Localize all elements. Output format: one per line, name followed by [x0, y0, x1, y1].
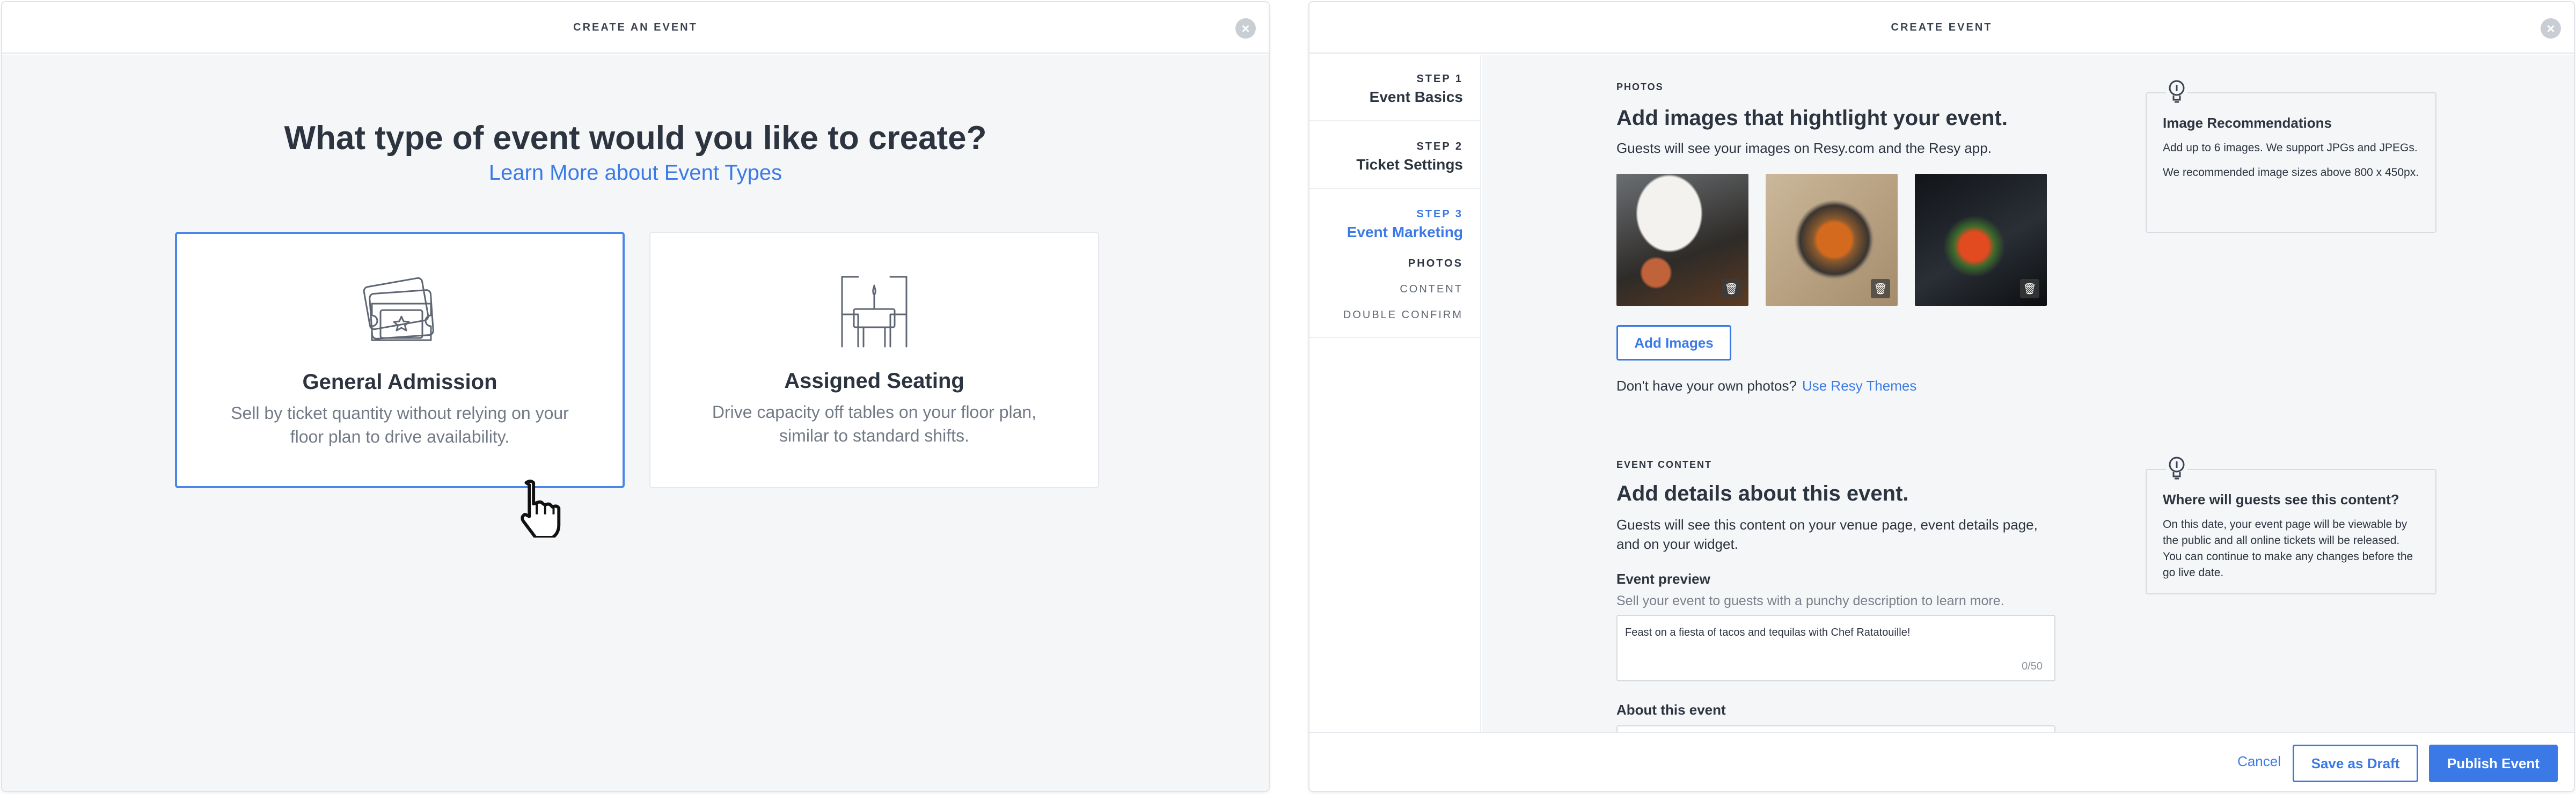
divider [1309, 188, 1480, 189]
trash-icon[interactable]: 🗑 [1722, 279, 1741, 298]
ticket-icon [363, 277, 434, 341]
lightbulb-icon [2166, 455, 2187, 482]
tip-title: Where will guests see this content? [2163, 491, 2399, 508]
about-event-input[interactable] [1616, 725, 2055, 732]
step-event-basics[interactable]: STEP 1 Event Basics [1370, 73, 1463, 106]
photos-section-subtitle: Guests will see your images on Resy.com … [1616, 140, 1992, 156]
about-event-label: About this event [1616, 702, 1726, 718]
card-description: Sell by ticket quantity without relying … [231, 403, 569, 446]
cancel-button[interactable]: Cancel [2237, 753, 2281, 770]
form-content: PHOTOS Add images that hightlight your e… [1482, 55, 2574, 732]
trash-icon[interactable]: 🗑 [1871, 279, 1890, 298]
divider [1309, 337, 1480, 338]
photos-section-title: Add images that hightlight your event. [1616, 106, 2008, 130]
photos-section-label: PHOTOS [1616, 82, 1664, 92]
content-section-label: EVENT CONTENT [1616, 459, 1713, 470]
create-event-modal: CREATE EVENT × STEP 1 Event Basics STEP … [1309, 2, 2574, 791]
hand-cursor-icon [521, 479, 561, 538]
close-icon[interactable]: × [1235, 18, 1256, 39]
card-title: Assigned Seating [784, 369, 964, 393]
tip-text: Add up to 6 images. We support JPGs and … [2163, 142, 2418, 154]
character-count: 0/50 [2022, 660, 2043, 672]
content-visibility-tip: Where will guests see this content? On t… [2146, 455, 2436, 594]
content-section-subtitle: Guests will see this content on your ven… [1616, 517, 2038, 552]
step-name: Ticket Settings [1356, 156, 1463, 173]
use-resy-themes-link[interactable]: Use Resy Themes [1802, 378, 1916, 394]
event-preview-value: Feast on a fiesta of tacos and tequilas … [1625, 627, 1911, 638]
event-photo-dish[interactable]: 🗑 [1766, 174, 1898, 306]
step-ticket-settings[interactable]: STEP 2 Ticket Settings [1356, 141, 1463, 173]
divider [1309, 120, 1480, 121]
substep-photos[interactable]: PHOTOS [1408, 258, 1463, 270]
save-as-draft-button[interactable]: Save as Draft [2293, 745, 2418, 782]
learn-more-link[interactable]: Learn More about Event Types [2, 161, 1269, 185]
general-admission-card[interactable]: General Admission Sell by ticket quantit… [175, 232, 625, 488]
assigned-seating-card[interactable]: Assigned Seating Drive capacity off tabl… [649, 232, 1099, 488]
modal-title: CREATE AN EVENT [573, 21, 698, 33]
close-icon[interactable]: × [2541, 18, 2561, 39]
trash-icon[interactable]: 🗑 [2020, 279, 2039, 298]
event-preview-help: Sell your event to guests with a punchy … [1616, 593, 2004, 608]
lightbulb-icon [2166, 78, 2187, 105]
modal-header: CREATE EVENT × [1309, 2, 2574, 54]
modal-header: CREATE AN EVENT × [2, 2, 1269, 54]
step-event-marketing[interactable]: STEP 3 Event Marketing [1347, 208, 1463, 241]
substep-double-confirm[interactable]: DOUBLE CONFIRM [1343, 309, 1463, 321]
step-number: STEP 2 [1416, 141, 1463, 152]
step-number: STEP 1 [1416, 73, 1463, 85]
no-photos-label: Don't have your own photos? [1616, 378, 1797, 394]
modal-footer: Cancel Save as Draft Publish Event [1309, 732, 2574, 791]
tip-text: On this date, your event page will be vi… [2163, 518, 2413, 579]
steps-sidebar: STEP 1 Event Basics STEP 2 Ticket Settin… [1309, 55, 1481, 732]
event-preview-label: Event preview [1616, 571, 1710, 587]
create-event-type-modal: CREATE AN EVENT × What type of event wou… [2, 2, 1269, 791]
publish-event-button[interactable]: Publish Event [2429, 745, 2558, 782]
page-title: What type of event would you like to cre… [284, 120, 987, 157]
card-description: Drive capacity off tables on your floor … [712, 402, 1037, 445]
step-name: Event Basics [1369, 89, 1463, 105]
table-chairs-icon [841, 276, 908, 348]
modal-title: CREATE EVENT [1891, 21, 1993, 33]
no-photos-text: Don't have your own photos? Use Resy Them… [1616, 378, 1916, 394]
tip-title: Image Recommendations [2163, 115, 2332, 131]
image-recommendations-tip: Image Recommendations Add up to 6 images… [2146, 78, 2436, 233]
step-name: Event Marketing [1346, 224, 1463, 240]
event-photo-chef[interactable]: 🗑 [1616, 174, 1748, 306]
substep-content[interactable]: CONTENT [1400, 283, 1463, 296]
event-preview-input[interactable]: Feast on a fiesta of tacos and tequilas … [1616, 615, 2055, 681]
tip-text: We recommended image sizes above 800 x 4… [2163, 166, 2419, 179]
modal-body: What type of event would you like to cre… [2, 55, 1269, 791]
card-title: General Admission [302, 370, 497, 394]
event-photo-plate[interactable]: 🗑 [1915, 174, 2047, 306]
step-number: STEP 3 [1416, 208, 1463, 220]
add-images-button[interactable]: Add Images [1616, 325, 1731, 361]
content-section-title: Add details about this event. [1616, 482, 1909, 505]
